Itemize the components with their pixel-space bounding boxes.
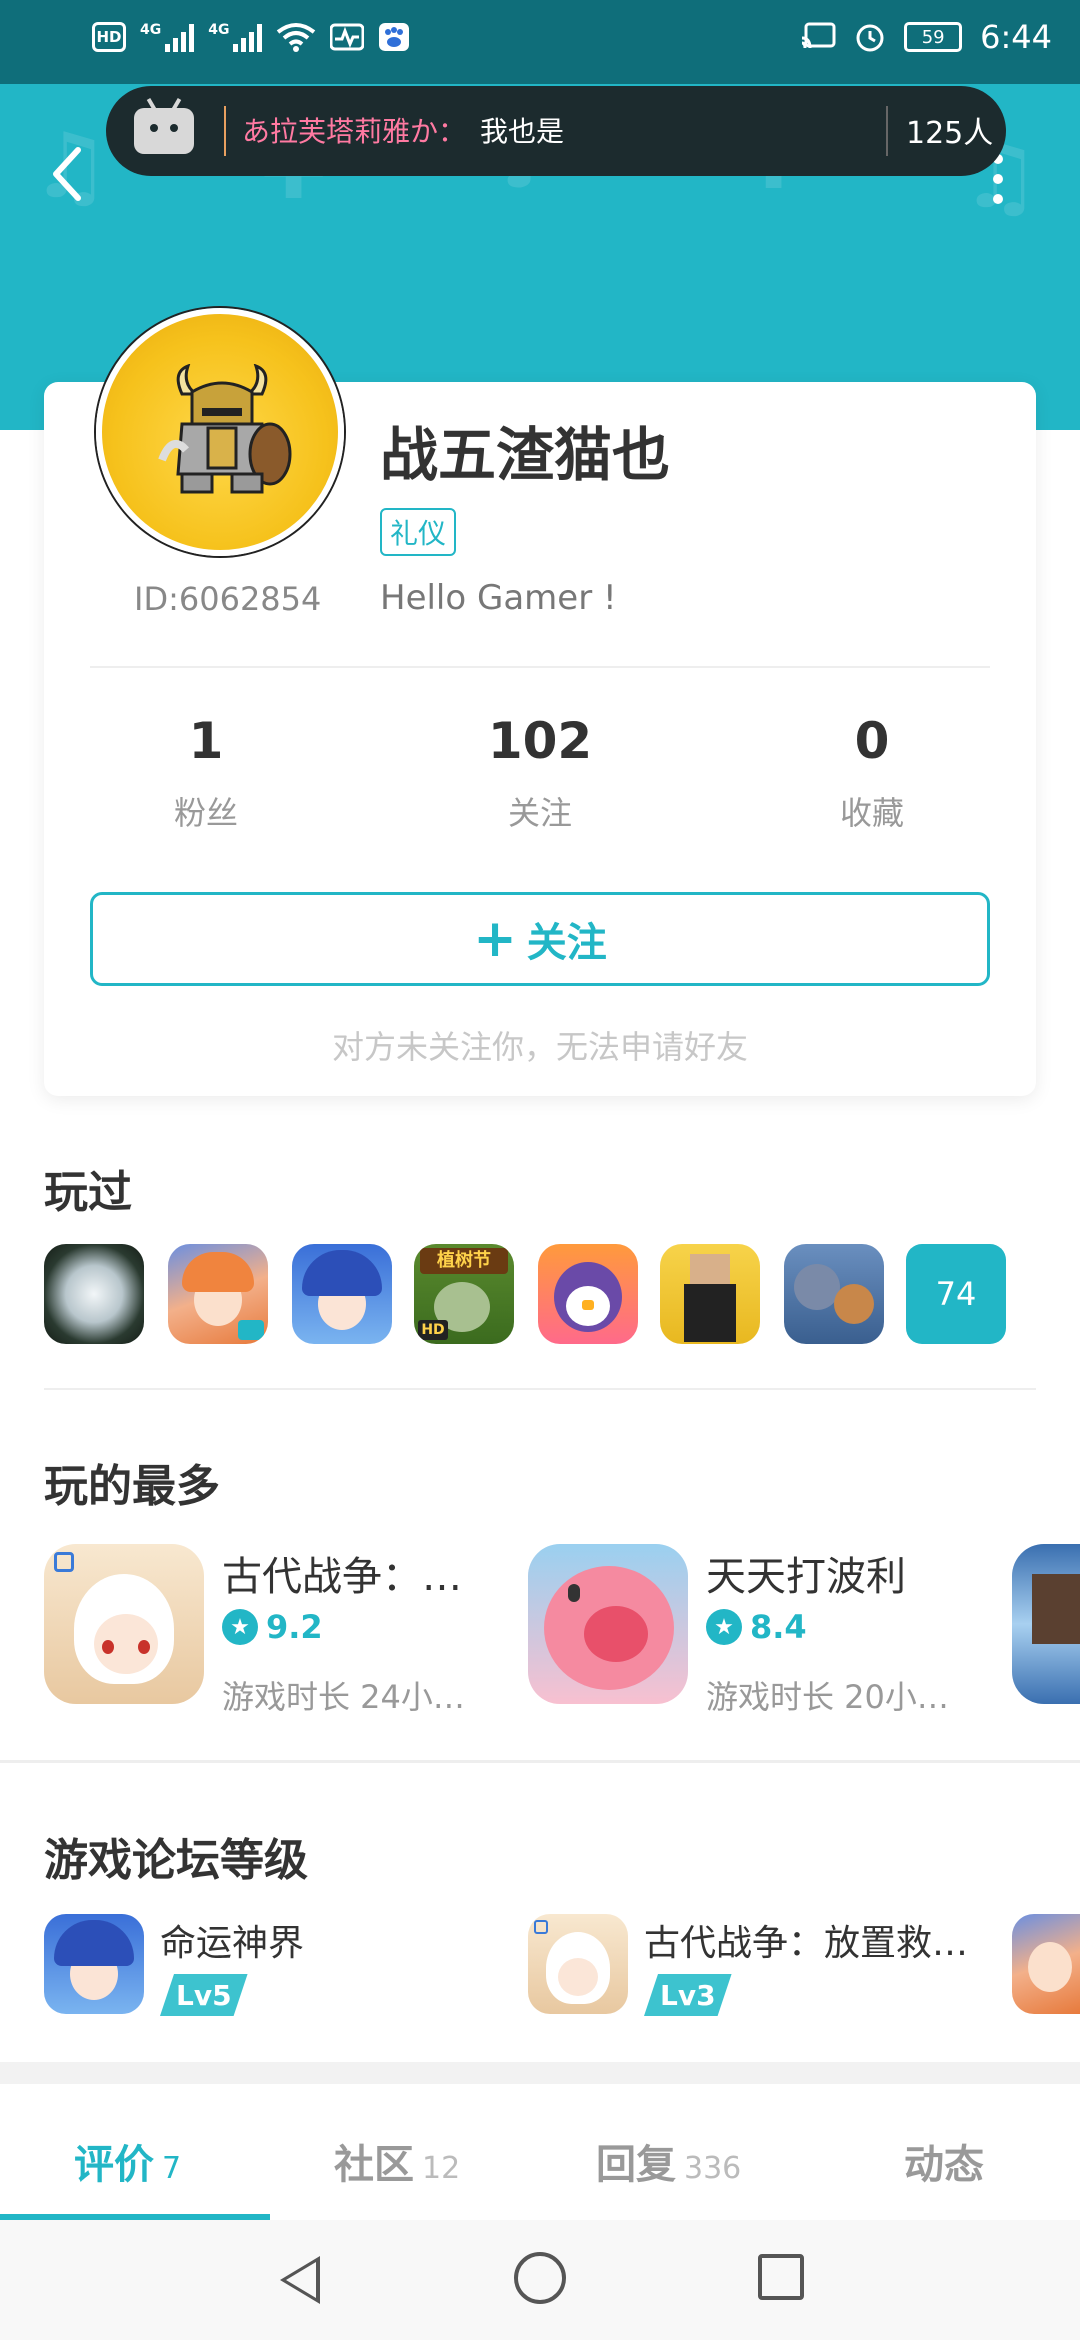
crystal-ball-game-icon[interactable] — [44, 1244, 144, 1344]
signal-4g-icon: 4G — [140, 22, 195, 52]
most-played-time: 游戏时长 20小… — [706, 1678, 949, 1716]
system-nav-bar — [0, 2220, 1080, 2340]
nav-recents-icon[interactable] — [758, 2254, 804, 2300]
section-spacer — [0, 2062, 1080, 2084]
message-text: 我也是 — [480, 115, 565, 148]
signal-4g-icon: 4G — [208, 22, 263, 52]
divider — [44, 1388, 1036, 1390]
fate-realm-game-icon[interactable] — [44, 1914, 144, 2014]
tab-activity[interactable]: 动态 — [904, 2132, 992, 2190]
ancient-war-game-icon[interactable] — [44, 1544, 204, 1704]
ancient-war-game-icon[interactable] — [528, 1914, 628, 2014]
status-bar: HD 4G 4G 59 6:44 — [0, 0, 1080, 84]
user-id: ID:6062854 — [134, 580, 322, 618]
most-played-score: ★ 9.2 — [222, 1608, 323, 1646]
star-icon: ★ — [706, 1609, 742, 1645]
battery-icon: 59 — [904, 22, 963, 52]
baidu-paw-icon — [379, 23, 410, 51]
divider — [0, 1760, 1080, 1763]
forum-level-badge: Lv5 — [160, 1974, 248, 2016]
pixel-game-icon[interactable] — [1012, 1544, 1080, 1704]
cast-icon — [801, 22, 836, 49]
section-title-most-played: 玩的最多 — [44, 1461, 220, 1512]
nav-back-icon[interactable] — [280, 2256, 320, 2304]
follow-button[interactable]: + 关注 — [90, 892, 990, 986]
clock: 6:44 — [980, 18, 1052, 56]
most-played-time: 游戏时长 24小… — [222, 1678, 465, 1716]
alarm-icon — [856, 24, 884, 52]
tab-bar: 评价 7 社区 12 回复 336 动态 — [0, 2084, 1080, 2220]
played-more-button[interactable]: 74 — [906, 1244, 1006, 1344]
anime-girl-blue-game-icon[interactable] — [292, 1244, 392, 1344]
tab-community[interactable]: 社区 12 — [334, 2132, 460, 2190]
user-name: 战五渣猫也 — [380, 421, 671, 489]
back-icon[interactable] — [48, 144, 88, 204]
plus-icon: + — [473, 909, 517, 969]
follow-hint: 对方未关注你，无法申请好友 — [331, 1028, 748, 1066]
wifi-icon — [277, 23, 316, 52]
section-title-played: 玩过 — [44, 1167, 132, 1218]
stat-followers[interactable]: 1 粉丝 — [96, 712, 316, 834]
user-badge[interactable]: 礼仪 — [380, 508, 457, 556]
star-icon: ★ — [222, 1609, 258, 1645]
nav-home-icon[interactable] — [514, 2252, 566, 2304]
live-message-bar[interactable]: あ拉芙塔莉雅か： 我也是 125人 — [106, 86, 1006, 176]
knight-avatar-icon — [158, 364, 292, 494]
police-blocky-game-icon[interactable] — [660, 1244, 760, 1344]
most-played-name[interactable]: 天天打波利 — [706, 1544, 906, 1602]
tab-replies[interactable]: 回复 336 — [596, 2132, 741, 2190]
penguin-game-icon[interactable] — [538, 1244, 638, 1344]
plants-vs-zombies-game-icon[interactable]: 植树节 HD — [414, 1244, 514, 1344]
section-title-forum-level: 游戏论坛等级 — [44, 1835, 308, 1886]
forum-game-name[interactable]: 命运神界 — [160, 1914, 304, 1966]
anime-girl-orange-game-icon[interactable] — [1012, 1914, 1080, 2014]
tom-and-jerry-game-icon[interactable] — [784, 1244, 884, 1344]
most-played-name[interactable]: 古代战争：… — [222, 1544, 462, 1602]
bilibili-tv-icon — [134, 108, 194, 154]
forum-level-badge: Lv3 — [644, 1974, 732, 2016]
anime-girl-orange-game-icon[interactable] — [168, 1244, 268, 1344]
poring-game-icon[interactable] — [528, 1544, 688, 1704]
viewer-count: 125人 — [906, 116, 994, 151]
most-played-score: ★ 8.4 — [706, 1608, 807, 1646]
activity-icon — [330, 23, 365, 51]
avatar[interactable] — [96, 308, 344, 556]
hd-icon: HD — [92, 22, 126, 52]
message-username: あ拉芙塔莉雅か： — [242, 115, 467, 148]
user-bio: Hello Gamer ! — [380, 578, 617, 618]
stat-following[interactable]: 102 关注 — [430, 712, 650, 834]
stat-favorites[interactable]: 0 收藏 — [762, 712, 982, 834]
tab-reviews[interactable]: 评价 7 — [74, 2132, 181, 2190]
forum-game-name[interactable]: 古代战争：放置救… — [644, 1914, 968, 1966]
divider — [90, 666, 990, 668]
